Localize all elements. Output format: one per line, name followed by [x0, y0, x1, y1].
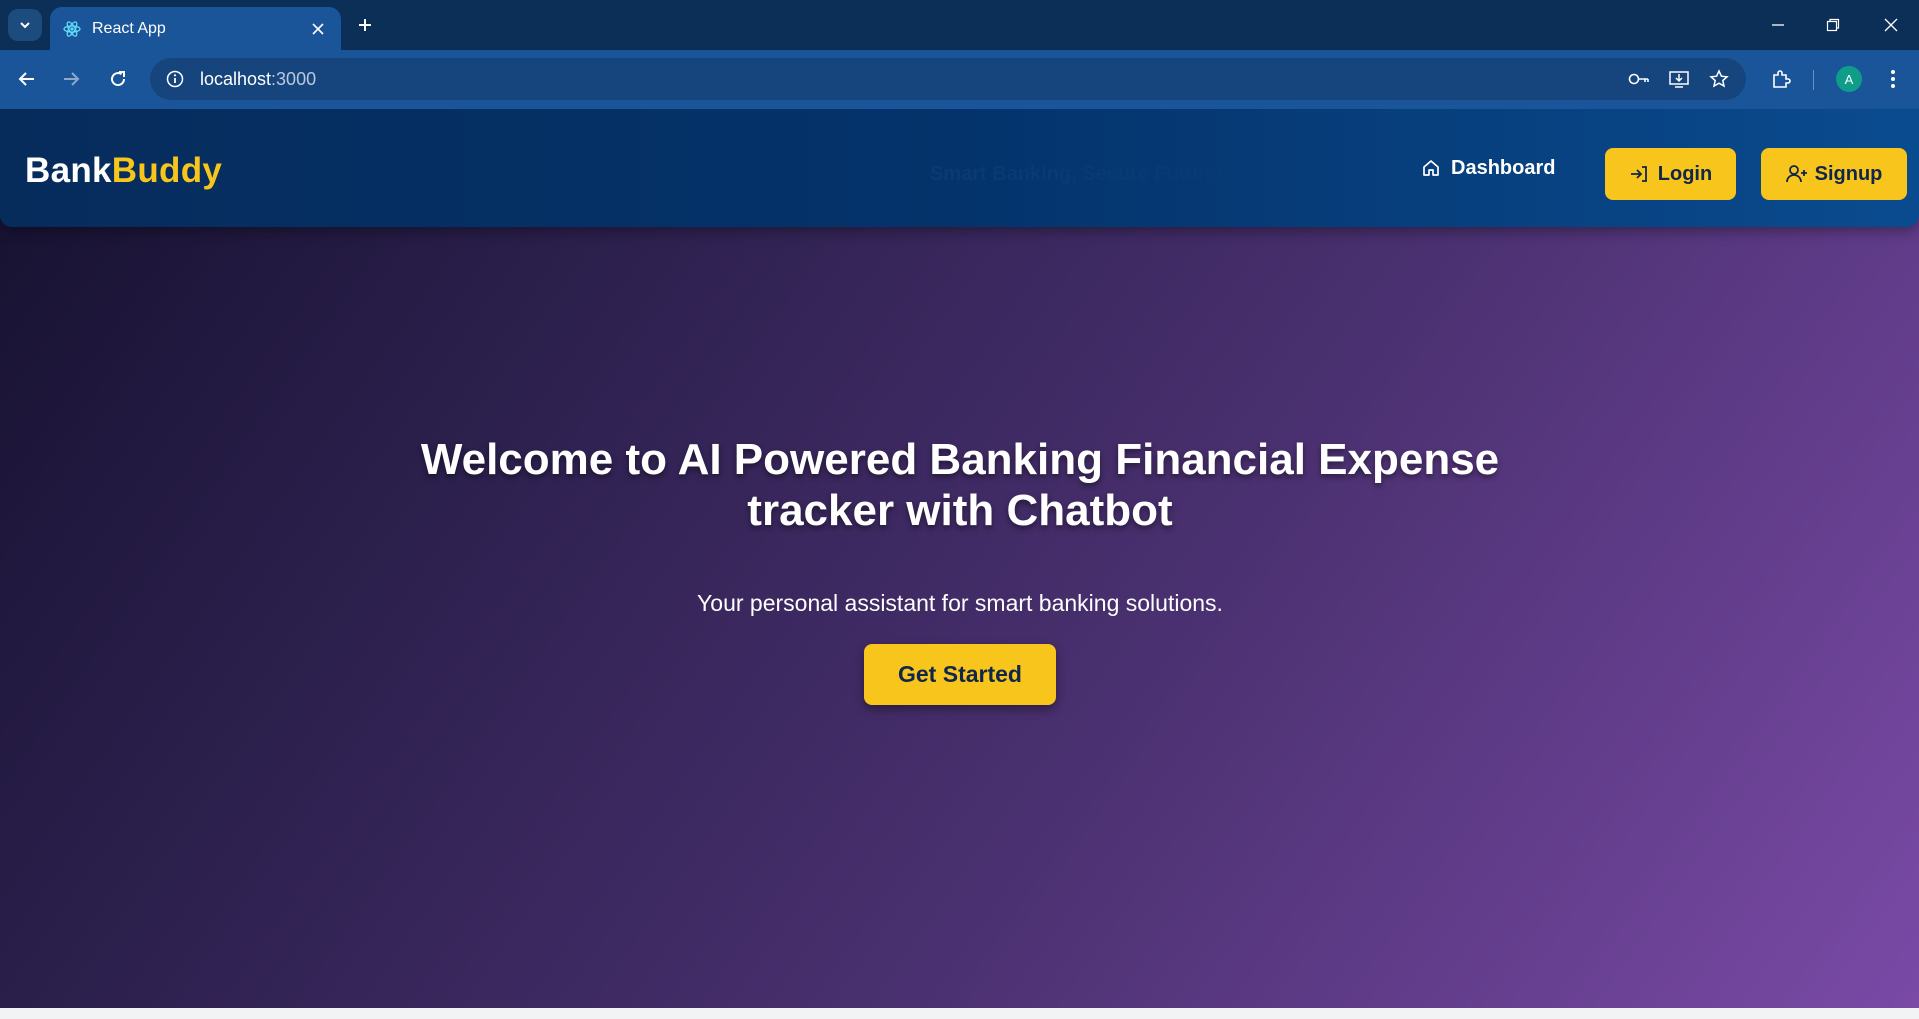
dashboard-link[interactable]: Dashboard	[1421, 149, 1555, 187]
hero-title: Welcome to AI Powered Banking Financial …	[360, 434, 1560, 536]
forward-arrow-icon[interactable]	[56, 64, 86, 94]
signup-button[interactable]: Signup	[1761, 148, 1907, 200]
login-icon	[1629, 163, 1651, 185]
url-text[interactable]: localhost:3000	[200, 69, 1614, 90]
bookmark-star-icon[interactable]	[1704, 64, 1734, 94]
install-app-icon[interactable]	[1664, 64, 1694, 94]
add-user-icon	[1785, 163, 1808, 185]
navbar-tagline: Smart Banking, Secure Future!	[930, 163, 1224, 185]
login-button[interactable]: Login	[1605, 148, 1736, 200]
toolbar-divider	[1813, 70, 1814, 90]
hero-title-line-2: tracker with Chatbot	[747, 486, 1173, 535]
close-window-icon[interactable]	[1876, 12, 1906, 38]
signup-label: Signup	[1814, 162, 1883, 185]
more-menu-icon[interactable]	[1878, 64, 1908, 94]
hero-title-line-1: Welcome to AI Powered Banking Financial …	[420, 435, 1500, 484]
browser-tab[interactable]: React App	[50, 7, 341, 50]
minimize-icon[interactable]	[1763, 12, 1793, 38]
address-bar[interactable]: localhost:3000	[150, 58, 1746, 100]
restore-icon[interactable]	[1818, 12, 1848, 38]
hero-subtitle: Your personal assistant for smart bankin…	[697, 590, 1223, 616]
home-icon	[1421, 157, 1443, 179]
dashboard-label: Dashboard	[1451, 156, 1556, 179]
get-started-button[interactable]: Get Started	[864, 644, 1056, 705]
browser-toolbar: localhost:3000 A	[0, 50, 1919, 109]
chevron-down-icon	[20, 22, 30, 29]
login-label: Login	[1657, 162, 1713, 185]
tab-strip: React App	[0, 0, 1919, 50]
brand-logo[interactable]: BankBuddy	[25, 151, 222, 191]
tab-search-button[interactable]	[8, 9, 42, 41]
browser-chrome: React App localhost:3000 A	[0, 0, 1919, 109]
brand-part-1: Bank	[25, 151, 112, 190]
password-key-icon[interactable]	[1624, 64, 1654, 94]
back-arrow-icon[interactable]	[12, 64, 42, 94]
site-navbar: BankBuddy Smart Banking, Secure Future! …	[0, 109, 1919, 227]
site-info-icon[interactable]	[162, 66, 188, 92]
close-tab-icon[interactable]	[307, 18, 329, 40]
brand-part-2: Buddy	[111, 151, 223, 190]
landing-page: BankBuddy Smart Banking, Secure Future! …	[0, 109, 1919, 1008]
react-icon	[62, 19, 82, 39]
new-tab-icon[interactable]	[352, 12, 378, 38]
page-bottom-strip	[0, 1008, 1919, 1019]
profile-avatar[interactable]: A	[1836, 66, 1862, 92]
extensions-puzzle-icon[interactable]	[1766, 64, 1796, 94]
reload-icon[interactable]	[103, 64, 133, 94]
tab-title: React App	[92, 19, 166, 37]
